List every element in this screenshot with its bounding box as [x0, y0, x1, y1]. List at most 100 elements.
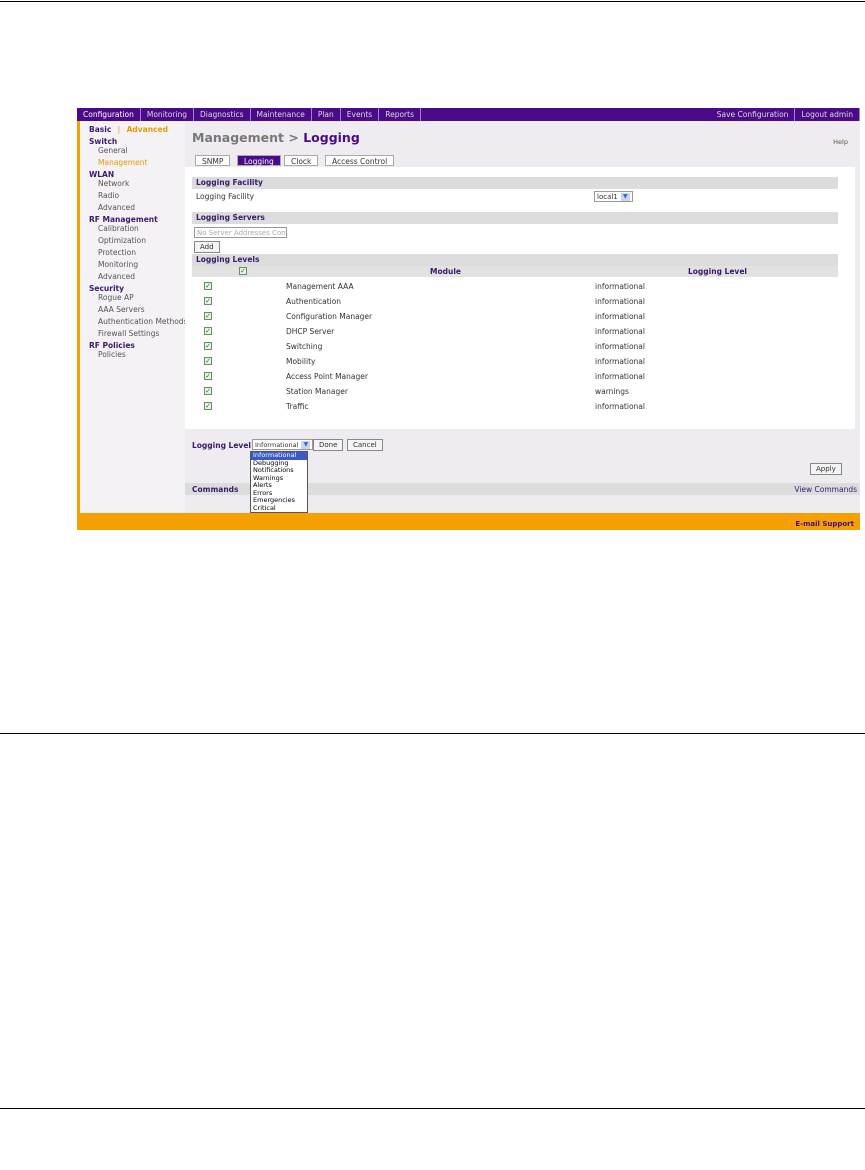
sidebar-group-security: Security	[89, 284, 125, 293]
table-row[interactable]: ✓ Station Manager warnings	[192, 384, 852, 399]
sidebar-item-advanced[interactable]: Advanced	[98, 272, 135, 281]
tab-clock[interactable]: Clock	[284, 155, 319, 166]
table-row[interactable]: ✓ Configuration Manager informational	[192, 309, 852, 324]
nav-item-events[interactable]: Events	[341, 108, 380, 121]
cancel-button[interactable]: Cancel	[347, 439, 383, 451]
module-cell: Access Point Manager	[286, 372, 368, 381]
row-checkbox[interactable]: ✓	[204, 312, 212, 320]
sidebar-item-general[interactable]: General	[98, 146, 128, 155]
sidebar-item-radio[interactable]: Radio	[98, 191, 119, 200]
row-checkbox[interactable]: ✓	[204, 387, 212, 395]
logging-level-label: Logging Level	[192, 441, 251, 450]
module-cell: Management AAA	[286, 282, 354, 291]
chevron-down-icon: ▼	[620, 193, 630, 201]
sidebar: Basic | Advanced Switch General Management…	[77, 121, 187, 513]
title-prefix: Management >	[192, 130, 299, 145]
table-row[interactable]: ✓ Access Point Manager informational	[192, 369, 852, 384]
module-cell: Configuration Manager	[286, 312, 373, 321]
tab-access-control[interactable]: Access Control	[325, 155, 395, 166]
facility-section-header: Logging Facility	[192, 177, 838, 189]
table-row[interactable]: ✓ Switching informational	[192, 339, 852, 354]
logging-level-dropdown: Informational Debugging Notifications Warni…	[250, 451, 308, 513]
top-rule	[0, 1, 865, 2]
view-commands-link[interactable]: View Commands	[794, 485, 857, 494]
servers-section-header: Logging Servers	[192, 212, 838, 224]
middle-rule	[0, 733, 865, 734]
email-support-link[interactable]: E-mail Support	[795, 520, 854, 528]
server-address-input[interactable]: No Server Addresses Configured	[194, 227, 287, 238]
sidebar-group-wlan: WLAN	[89, 170, 115, 179]
help-link[interactable]: Help	[833, 138, 848, 146]
level-cell: informational	[595, 357, 645, 366]
table-row[interactable]: ✓ Mobility informational	[192, 354, 852, 369]
facility-select[interactable]: local1 ▼	[594, 191, 633, 202]
nav-save-configuration[interactable]: Save Configuration	[711, 108, 796, 121]
nav-item-diagnostics[interactable]: Diagnostics	[194, 108, 251, 121]
nav-item-monitoring[interactable]: Monitoring	[141, 108, 194, 121]
sidebar-group-rf-management: RF Management	[89, 215, 158, 224]
nav-item-plan[interactable]: Plan	[312, 108, 341, 121]
tab-snmp[interactable]: SNMP	[195, 155, 231, 166]
advanced-link[interactable]: Advanced	[127, 125, 168, 134]
row-checkbox[interactable]: ✓	[204, 402, 212, 410]
sidebar-item-optimization[interactable]: Optimization	[98, 236, 146, 245]
module-cell: Authentication	[286, 297, 342, 306]
level-cell: informational	[595, 372, 645, 381]
server-placeholder: No Server Addresses Configured	[197, 229, 286, 237]
nav-logout-admin[interactable]: Logout admin	[795, 108, 860, 121]
row-checkbox[interactable]: ✓	[204, 282, 212, 290]
sidebar-item-protection[interactable]: Protection	[98, 248, 136, 257]
basic-label[interactable]: Basic	[89, 125, 111, 134]
tab-logging[interactable]: Logging	[237, 155, 281, 166]
sidebar-item-calibration[interactable]: Calibration	[98, 224, 139, 233]
sidebar-item-network[interactable]: Network	[98, 179, 129, 188]
sidebar-item-authentication-methods[interactable]: Authentication Methods	[98, 317, 187, 326]
sidebar-item-monitoring[interactable]: Monitoring	[98, 260, 138, 269]
table-row[interactable]: ✓ DHCP Server informational	[192, 324, 852, 339]
nav-item-configuration[interactable]: Configuration	[77, 108, 141, 121]
levels-table-header: ✓ Module Logging Level	[192, 266, 838, 277]
table-row[interactable]: ✓ Authentication informational	[192, 294, 852, 309]
apply-button[interactable]: Apply	[810, 463, 842, 475]
level-cell: warnings	[595, 387, 629, 396]
sidebar-item-aaa-servers[interactable]: AAA Servers	[98, 305, 145, 314]
table-row[interactable]: ✓ Management AAA informational	[192, 279, 852, 294]
module-cell: Switching	[286, 342, 323, 351]
module-cell: DHCP Server	[286, 327, 335, 336]
level-cell: informational	[595, 402, 645, 411]
level-cell: informational	[595, 327, 645, 336]
logging-panel: Logging Facility Logging Facility local1…	[185, 167, 855, 429]
sidebar-item-advanced[interactable]: Advanced	[98, 203, 135, 212]
row-checkbox[interactable]: ✓	[204, 327, 212, 335]
page-title: Management > Logging	[192, 130, 360, 145]
row-checkbox[interactable]: ✓	[204, 372, 212, 380]
sidebar-item-rogue-ap[interactable]: Rogue AP	[98, 293, 134, 302]
nav-item-maintenance[interactable]: Maintenance	[251, 108, 312, 121]
sidebar-item-policies[interactable]: Policies	[98, 350, 126, 359]
module-column-header: Module	[430, 267, 461, 276]
select-all-checkbox[interactable]: ✓	[239, 267, 247, 275]
sidebar-item-firewall-settings[interactable]: Firewall Settings	[98, 329, 159, 338]
table-row[interactable]: ✓ Traffic informational	[192, 399, 852, 414]
row-checkbox[interactable]: ✓	[204, 342, 212, 350]
level-cell: informational	[595, 282, 645, 291]
basic-link[interactable]: Basic | Advanced	[89, 125, 168, 134]
facility-label: Logging Facility	[196, 192, 255, 201]
chevron-down-icon: ▼	[301, 441, 311, 449]
logging-level-select[interactable]: Informational ▼	[252, 439, 314, 450]
module-cell: Station Manager	[286, 387, 348, 396]
dropdown-option-critical[interactable]: Critical	[251, 504, 307, 513]
row-checkbox[interactable]: ✓	[204, 357, 212, 365]
module-cell: Mobility	[286, 357, 316, 366]
sidebar-group-rf-policies: RF Policies	[89, 341, 135, 350]
levels-section-header: Logging Levels	[192, 254, 838, 266]
top-nav: Configuration Monitoring Diagnostics Mainte…	[77, 108, 860, 121]
logging-level-value: Informational	[255, 441, 299, 449]
nav-item-reports[interactable]: Reports	[379, 108, 421, 121]
row-checkbox[interactable]: ✓	[204, 297, 212, 305]
sidebar-group-switch: Switch	[89, 137, 118, 146]
sidebar-item-management[interactable]: Management	[98, 158, 147, 167]
done-button[interactable]: Done	[313, 439, 344, 451]
add-button[interactable]: Add	[194, 241, 220, 253]
level-cell: informational	[595, 297, 645, 306]
